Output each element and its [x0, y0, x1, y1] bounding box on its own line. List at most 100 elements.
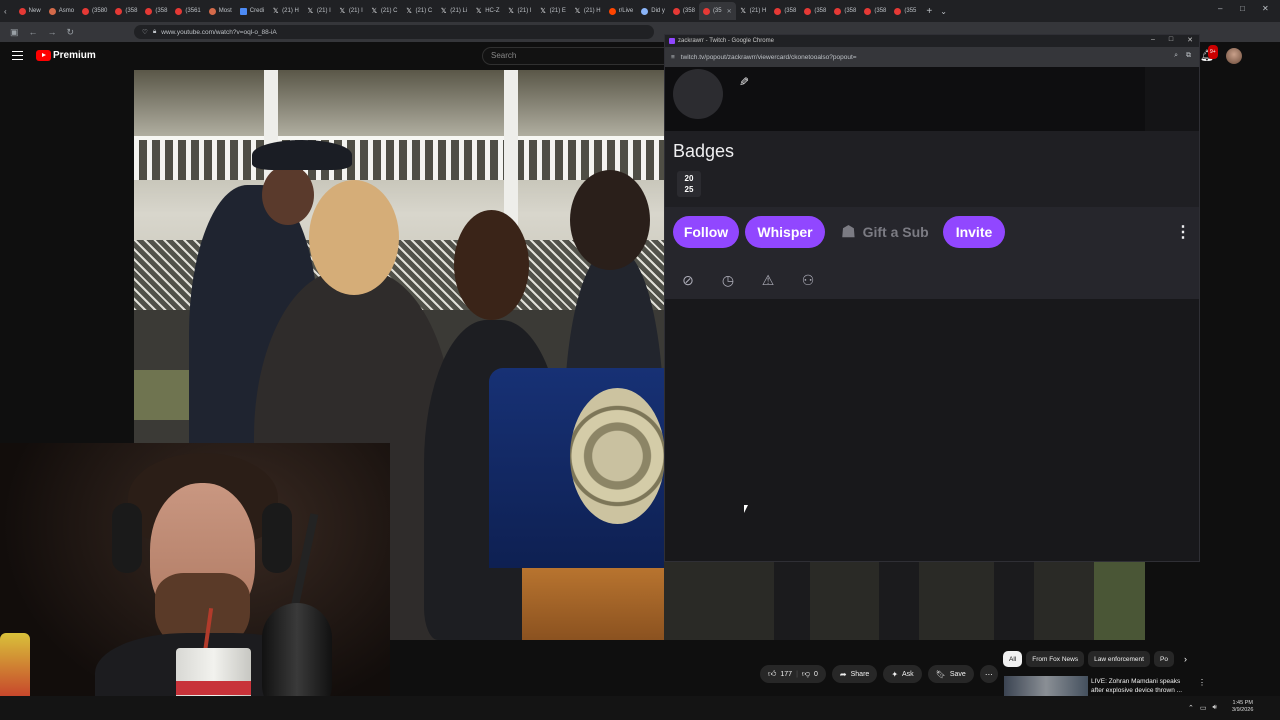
browser-tab[interactable]: r/Live [605, 2, 638, 20]
year-badge-icon[interactable]: 20 25 [677, 171, 701, 197]
browser-tab[interactable]: 𝕏 (21) E [536, 2, 570, 20]
figure-legs [994, 562, 1034, 640]
browser-tab[interactable]: 𝕏 HC-Z [471, 2, 503, 20]
browser-tab[interactable]: 𝕏 (21) I [303, 2, 335, 20]
youtube-logo-icon[interactable] [36, 50, 51, 61]
like-count[interactable]: 177 [780, 671, 792, 678]
popout-minimize-button[interactable]: – [1151, 36, 1155, 44]
browser-tab[interactable]: (358 [141, 2, 171, 20]
gift-a-sub-label: Gift a Sub [862, 224, 929, 240]
tab-search-icon[interactable]: ‹ [4, 7, 7, 16]
notifications-icon[interactable]: 🔔︎ 9+ [1200, 45, 1218, 63]
browser-tab[interactable]: 𝕏 (21) C [402, 2, 437, 20]
browser-tab[interactable]: 𝕏 (21) C [367, 2, 402, 20]
browser-tab[interactable]: 𝕏 (21) Li [436, 2, 471, 20]
sidebar-toggle-icon[interactable]: ▣ [10, 27, 19, 38]
browser-tab[interactable]: (358 [800, 2, 830, 20]
more-vertical-icon[interactable]: ⋮ [1198, 678, 1206, 687]
thumbs-up-icon[interactable]: 👍︎ [768, 669, 776, 679]
minimize-button[interactable]: – [1218, 4, 1222, 13]
officer-head [262, 165, 314, 225]
ask-button[interactable]: ✦ Ask [883, 665, 922, 683]
chip-from-fox-news[interactable]: From Fox News [1026, 651, 1085, 667]
chevron-up-icon[interactable]: ⌃ [1188, 704, 1194, 712]
chip-all[interactable]: All [1003, 651, 1023, 667]
url-text: www.youtube.com/watch?v=oql-o_88-iA [161, 28, 277, 36]
browser-tab[interactable]: (358 [860, 2, 890, 20]
ban-icon[interactable]: ⊘ [679, 271, 697, 289]
browser-tab[interactable]: (358 [669, 2, 699, 20]
site-settings-icon[interactable]: ≡ [671, 54, 675, 61]
browser-tab[interactable]: (35 ✕ [698, 2, 736, 20]
lock-icon: 🔒︎ [152, 28, 157, 35]
zoom-icon[interactable]: ⌕ [1174, 52, 1178, 60]
timeout-clock-icon[interactable]: ◷ [719, 271, 737, 289]
reload-icon[interactable]: ↻ [67, 27, 75, 38]
gift-a-sub-button[interactable]: ☗ Gift a Sub [833, 216, 937, 248]
tab-label: (21) H [282, 8, 299, 14]
popout-url-bar[interactable]: ≡ twitch.tv/popout/zackrawrr/viewercard/… [665, 47, 1199, 67]
thumbs-down-icon[interactable]: 👎︎ [802, 669, 810, 679]
recommendation-thumbnail[interactable] [1004, 676, 1088, 696]
maximize-button[interactable]: □ [1240, 4, 1245, 13]
network-icon[interactable]: ▭ [1200, 704, 1207, 712]
cup-band [176, 681, 251, 695]
share-button[interactable]: ➦ Share [831, 665, 878, 683]
popout-maximize-button[interactable]: □ [1169, 36, 1173, 44]
close-tab-icon[interactable]: ✕ [727, 8, 732, 15]
browser-tab[interactable]: 𝕏 (21) H [736, 2, 771, 20]
browser-tab[interactable]: 𝕏 (21) I [504, 2, 536, 20]
browser-tab[interactable]: 𝕏 (21) H [570, 2, 605, 20]
follow-button[interactable]: Follow [673, 216, 739, 248]
chip-partial[interactable]: Po [1153, 651, 1174, 667]
browser-tab[interactable]: (3561 [171, 2, 204, 20]
menu-icon[interactable] [12, 51, 23, 60]
save-button[interactable]: 🔖︎ Save [927, 665, 974, 683]
browser-tab[interactable]: 𝕏 (21) H [268, 2, 303, 20]
browser-tab[interactable]: (358 [830, 2, 860, 20]
invite-button[interactable]: Invite [943, 216, 1005, 248]
whisper-button[interactable]: Whisper [745, 216, 825, 248]
browser-tab[interactable]: (358 [770, 2, 800, 20]
pencil-icon[interactable]: ✎ [739, 75, 749, 89]
popout-close-button[interactable]: ✕ [1187, 36, 1193, 44]
volume-icon[interactable]: 🔊︎ [1213, 704, 1217, 712]
tab-label: Most [218, 8, 232, 14]
browser-tab[interactable]: (358 [111, 2, 141, 20]
tab-list-button[interactable]: ⌄ [940, 7, 947, 16]
new-tab-button[interactable]: + [926, 6, 932, 17]
more-vertical-icon[interactable]: ⋮ [1175, 222, 1191, 242]
address-bar[interactable]: ♡ 🔒︎ www.youtube.com/watch?v=oql-o_88-iA [134, 25, 654, 39]
recommendation-title[interactable]: LIVE: Zohran Mamdani speaks after explos… [1091, 677, 1191, 695]
browser-tab[interactable]: (355 [890, 2, 920, 20]
x-icon: 𝕏 [339, 7, 346, 15]
open-in-browser-icon[interactable]: ⧉ [1186, 52, 1191, 60]
youtube-icon [145, 7, 153, 15]
browser-tab[interactable]: Most [205, 2, 236, 20]
browser-tab[interactable]: Asmo [45, 2, 78, 20]
youtube-brand[interactable]: Premium [53, 50, 96, 61]
forward-icon[interactable]: → [48, 27, 57, 37]
youtube-icon [804, 7, 812, 15]
add-moderator-icon[interactable]: ⚇ [799, 271, 817, 289]
background-toy [0, 633, 30, 703]
browser-tab[interactable]: Credi [236, 2, 268, 20]
back-icon[interactable]: ← [29, 27, 38, 37]
dislike-count[interactable]: 0 [814, 671, 818, 678]
avatar[interactable] [673, 69, 723, 119]
browser-tab[interactable]: (3580 [78, 2, 111, 20]
more-actions-button[interactable]: ⋯ [979, 665, 998, 683]
search-input[interactable]: Search [482, 47, 682, 65]
chevron-right-icon[interactable]: › [1184, 654, 1187, 664]
chip-law-enforcement[interactable]: Law enforcement [1088, 651, 1150, 667]
browser-tab[interactable]: New [15, 2, 45, 20]
warning-icon[interactable]: ⚠︎ [759, 271, 777, 289]
browser-tab[interactable]: 𝕏 (21) I [335, 2, 367, 20]
taskbar-clock[interactable]: 1:45 PM 3/9/2026 [1232, 700, 1253, 714]
site-info-icon[interactable]: ♡ [142, 28, 148, 36]
x-icon: 𝕏 [371, 7, 378, 15]
browser-tab[interactable]: Did y [637, 2, 669, 20]
close-window-button[interactable]: ✕ [1262, 4, 1269, 13]
avatar[interactable] [1226, 48, 1242, 64]
like-dislike-group: 👍︎ 177 | 👎︎ 0 [760, 665, 826, 683]
